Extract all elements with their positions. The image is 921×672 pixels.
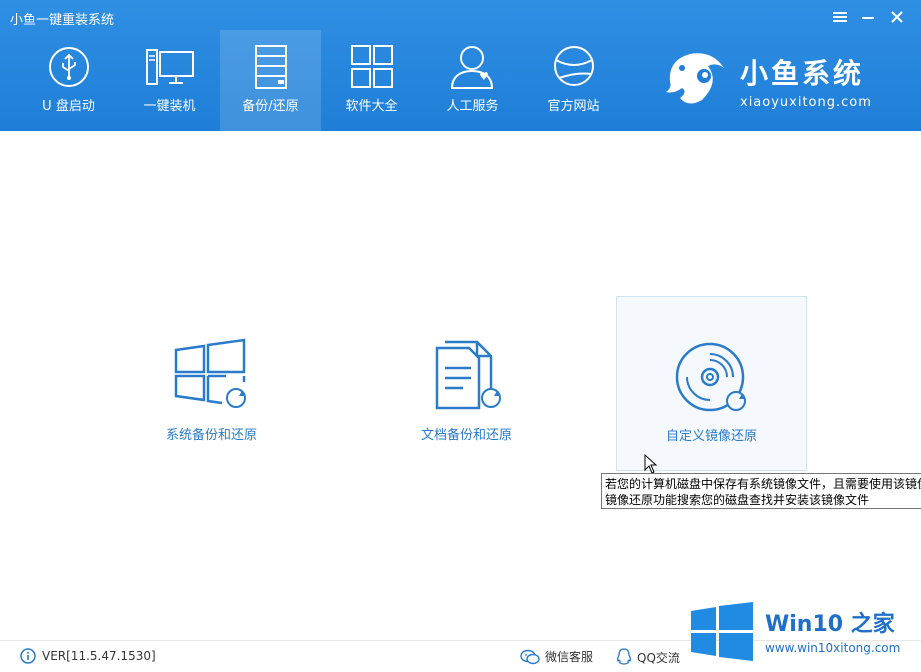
disc-restore-icon <box>675 342 746 412</box>
brand-name: 小鱼系统 <box>740 57 865 90</box>
header-bar: 小鱼一键重装系统 U 盘启动 一键装机 备份/还原 软件大全 人工服务 官方网站… <box>0 0 921 131</box>
nav-manual-service-label: 人工服务 <box>446 99 499 114</box>
win10-watermark: Win10 之家 www.win10xitong.com <box>687 596 921 672</box>
card-document-backup-label: 文档备份和还原 <box>420 428 512 443</box>
nav-backup-restore-label: 备份/还原 <box>242 99 299 114</box>
info-icon <box>20 648 36 664</box>
watermark-url: www.win10xitong.com <box>765 641 901 655</box>
user-support-icon <box>450 46 493 89</box>
globe-icon <box>553 46 594 86</box>
close-button[interactable] <box>886 8 908 28</box>
computer-icon <box>145 49 194 85</box>
tooltip-line-1: 若您的计算机磁盘中保存有系统镜像文件，且需要使用该镜像 <box>605 477 921 491</box>
brand-logo: 小鱼系统 xiaoyuxitong.com <box>660 42 910 117</box>
menu-icon <box>833 12 847 22</box>
fish-logo-icon <box>666 53 724 104</box>
nav-backup-restore[interactable]: 备份/还原 <box>220 30 321 131</box>
card-system-backup[interactable]: 系统备份和还原 <box>116 296 307 471</box>
nav-manual-service[interactable]: 人工服务 <box>422 30 523 131</box>
tooltip: 若您的计算机磁盘中保存有系统镜像文件，且需要使用该镜像 镜像还原功能搜索您的磁盘… <box>601 473 921 509</box>
usb-icon <box>48 47 89 87</box>
windows-logo-icon <box>691 602 753 661</box>
menu-button[interactable] <box>829 8 851 28</box>
card-custom-image-restore[interactable]: 自定义镜像还原 <box>616 296 807 471</box>
main-nav: U 盘启动 一键装机 备份/还原 软件大全 人工服务 官方网站 <box>18 30 624 131</box>
watermark-title: Win10 之家 <box>765 612 895 637</box>
nav-one-click-install-label: 一键装机 <box>143 99 196 114</box>
nav-usb-boot[interactable]: U 盘启动 <box>18 30 119 131</box>
server-icon <box>254 45 287 89</box>
nav-software-label: 软件大全 <box>345 99 398 114</box>
version-info: VER[11.5.47.1530] <box>20 648 156 664</box>
version-text: VER[11.5.47.1530] <box>42 649 156 663</box>
window-title: 小鱼一键重装系统 <box>10 13 115 28</box>
card-custom-image-restore-label: 自定义镜像还原 <box>665 429 757 444</box>
wechat-support-label: 微信客服 <box>545 650 594 664</box>
qq-icon <box>616 648 632 665</box>
qq-chat-link[interactable]: QQ交流 <box>616 648 680 666</box>
minimize-button[interactable] <box>857 8 879 28</box>
close-icon <box>891 11 903 23</box>
nav-official-site-label: 官方网站 <box>547 99 600 114</box>
minimize-icon <box>862 17 874 19</box>
tooltip-line-2: 镜像还原功能搜索您的磁盘查找并安装该镜像文件 <box>605 493 870 507</box>
brand-url: xiaoyuxitong.com <box>740 95 872 110</box>
card-system-backup-label: 系统备份和还原 <box>165 428 257 443</box>
document-restore-icon <box>435 340 501 410</box>
grid-icon <box>350 45 393 88</box>
card-document-backup[interactable]: 文档备份和还原 <box>371 296 562 471</box>
nav-software[interactable]: 软件大全 <box>321 30 422 131</box>
wechat-icon <box>520 649 540 664</box>
mouse-cursor-icon <box>644 454 658 474</box>
nav-usb-boot-label: U 盘启动 <box>42 99 95 114</box>
qq-chat-label: QQ交流 <box>637 650 680 665</box>
nav-official-site[interactable]: 官方网站 <box>523 30 624 131</box>
nav-one-click-install[interactable]: 一键装机 <box>119 30 220 131</box>
windows-restore-icon <box>174 338 246 408</box>
wechat-support-link[interactable]: 微信客服 <box>520 648 593 665</box>
